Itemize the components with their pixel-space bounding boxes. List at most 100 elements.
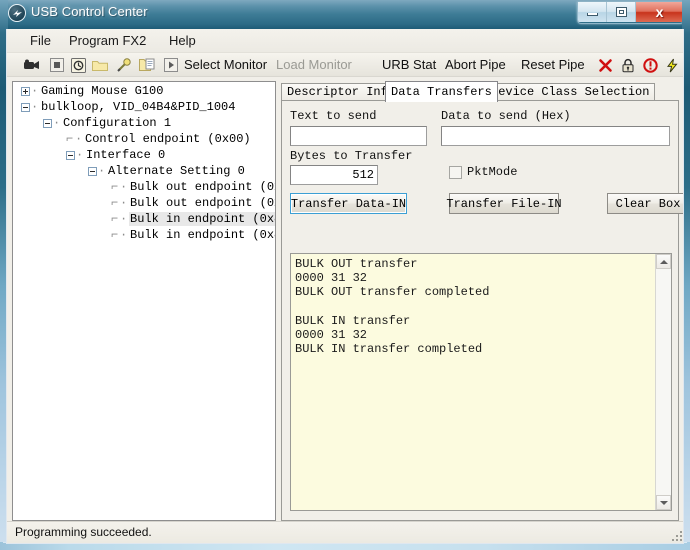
close-button[interactable]: x bbox=[636, 2, 683, 22]
tree-connector: · bbox=[98, 164, 106, 178]
menu-help[interactable]: Help bbox=[162, 32, 203, 50]
scroll-up-button[interactable] bbox=[656, 254, 671, 269]
collapse-minus-icon[interactable] bbox=[21, 102, 30, 112]
menu-file[interactable]: File bbox=[23, 32, 58, 50]
transfer-file-in-button[interactable]: Transfer File-IN bbox=[446, 193, 562, 214]
tab-strip: Descriptor Info Data Transfers Device Cl… bbox=[281, 81, 679, 102]
checkbox-box-icon[interactable] bbox=[449, 165, 462, 179]
tree-connector: · bbox=[120, 180, 128, 194]
minimize-button[interactable] bbox=[578, 2, 607, 22]
tree-connector: · bbox=[120, 196, 128, 210]
collapse-minus-icon[interactable] bbox=[43, 118, 52, 128]
reset-pipe-button[interactable]: Reset Pipe bbox=[521, 57, 585, 72]
window-title: USB Control Center bbox=[31, 4, 148, 19]
tree-connector: · bbox=[76, 148, 84, 162]
minimize-icon bbox=[586, 13, 598, 16]
bytes-to-transfer-input[interactable] bbox=[290, 165, 378, 185]
tree-item-label: Alternate Setting 0 bbox=[108, 164, 245, 178]
tree-item-label: bulkloop, VID_04B4&PID_1004 bbox=[41, 100, 236, 114]
text-to-send-input[interactable] bbox=[290, 126, 427, 146]
log-vertical-scrollbar[interactable] bbox=[655, 254, 671, 510]
load-monitor-button: Load Monitor bbox=[276, 57, 352, 72]
tree-connector: · bbox=[31, 100, 39, 114]
close-icon: x bbox=[655, 4, 664, 20]
tree-item-bulk-in-0x86[interactable]: ⌐·Bulk in endpoint (0x86) bbox=[13, 211, 275, 227]
tree-item-label: Bulk out endpoint (0x04) bbox=[130, 196, 275, 210]
tree-connector: · bbox=[120, 228, 128, 242]
clear-box-button[interactable]: Clear Box bbox=[607, 193, 683, 214]
tree-item-alternate-setting-0[interactable]: · Alternate Setting 0 bbox=[13, 163, 275, 179]
client-area: File Program FX2 Help Select Monitor Loa… bbox=[6, 29, 684, 544]
tree-item-control-endpoint[interactable]: ⌐ · Control endpoint (0x00) bbox=[13, 131, 275, 147]
tree-item-label: Bulk in endpoint (0x88) bbox=[130, 228, 275, 242]
red-x-icon[interactable] bbox=[596, 56, 614, 74]
application-window: USB Control Center x File Program FX2 He… bbox=[0, 0, 690, 550]
tree-connector: · bbox=[53, 116, 61, 130]
urb-stat-button[interactable]: URB Stat bbox=[382, 57, 436, 72]
tree-item-label: Interface 0 bbox=[86, 148, 166, 162]
tree-connector: · bbox=[120, 212, 128, 226]
status-message: Programming succeeded. bbox=[15, 525, 152, 539]
maximize-icon bbox=[615, 7, 627, 17]
stop-icon[interactable] bbox=[48, 56, 66, 74]
refresh-clock-icon[interactable] bbox=[69, 56, 87, 74]
tree-connector: · bbox=[31, 84, 39, 98]
tab-data-transfers[interactable]: Data Transfers bbox=[385, 81, 498, 102]
maximize-button[interactable] bbox=[607, 2, 636, 22]
transfer-data-in-button[interactable]: Transfer Data-IN bbox=[290, 193, 407, 214]
tree-item-interface-0[interactable]: · Interface 0 bbox=[13, 147, 275, 163]
tree-item-label: Control endpoint (0x00) bbox=[85, 132, 251, 146]
text-to-send-label: Text to send bbox=[290, 109, 377, 123]
tab-descriptor-info[interactable]: Descriptor Info bbox=[281, 83, 402, 101]
transfer-log-box[interactable]: BULK OUT transfer 0000 31 32 BULK OUT tr… bbox=[290, 253, 672, 511]
scroll-down-button[interactable] bbox=[656, 495, 671, 510]
play-icon[interactable] bbox=[162, 56, 180, 74]
resize-grip[interactable] bbox=[669, 528, 682, 541]
transfer-log-text: BULK OUT transfer 0000 31 32 BULK OUT tr… bbox=[295, 257, 490, 357]
title-bar: USB Control Center x bbox=[0, 0, 690, 26]
tree-item-configuration-1[interactable]: · Configuration 1 bbox=[13, 115, 275, 131]
chevron-down-icon bbox=[659, 500, 668, 505]
tree-item-bulkloop[interactable]: · bulkloop, VID_04B4&PID_1004 bbox=[13, 99, 275, 115]
tree-item-bulk-out-0x02[interactable]: ⌐·Bulk out endpoint (0x02) bbox=[13, 179, 275, 195]
tree-connector: · bbox=[75, 132, 83, 146]
tab-device-class-selection[interactable]: Device Class Selection bbox=[485, 83, 656, 101]
bytes-to-transfer-label: Bytes to Transfer bbox=[290, 149, 413, 163]
lock-icon[interactable] bbox=[619, 56, 637, 74]
data-to-send-hex-input[interactable] bbox=[441, 126, 670, 146]
tree-connector: ⌐ bbox=[111, 180, 119, 194]
collapse-minus-icon[interactable] bbox=[88, 166, 97, 176]
device-tree: · Gaming Mouse G100 · bulkloop, VID_04B4&P… bbox=[13, 83, 275, 243]
tree-item-label: Gaming Mouse G100 bbox=[41, 84, 164, 98]
tree-item-bulk-out-0x04[interactable]: ⌐·Bulk out endpoint (0x04) bbox=[13, 195, 275, 211]
red-alert-icon[interactable] bbox=[641, 56, 659, 74]
pktmode-checkbox[interactable]: PktMode bbox=[449, 165, 517, 179]
data-to-send-hex-label: Data to send (Hex) bbox=[441, 109, 571, 123]
tree-item-label-selected: Bulk in endpoint (0x86) bbox=[129, 212, 275, 226]
tree-item-bulk-in-0x88[interactable]: ⌐·Bulk in endpoint (0x88) bbox=[13, 227, 275, 243]
tree-connector: ⌐ bbox=[111, 196, 119, 210]
tree-item-label: Bulk out endpoint (0x02) bbox=[130, 180, 275, 194]
tool-bar: Select Monitor Load Monitor URB Stat Abo… bbox=[7, 53, 683, 77]
tree-connector: ⌐ bbox=[111, 212, 119, 226]
device-tree-panel[interactable]: · Gaming Mouse G100 · bulkloop, VID_04B4&P… bbox=[12, 81, 276, 521]
menu-program-fx2[interactable]: Program FX2 bbox=[62, 32, 153, 50]
expand-plus-icon[interactable] bbox=[21, 86, 30, 96]
select-monitor-button[interactable]: Select Monitor bbox=[184, 57, 267, 72]
tree-item-label: Configuration 1 bbox=[63, 116, 172, 130]
usb-app-icon bbox=[8, 4, 26, 22]
collapse-minus-icon[interactable] bbox=[66, 150, 75, 160]
lightning-bolt-icon[interactable] bbox=[663, 56, 681, 74]
tree-item-gaming-mouse[interactable]: · Gaming Mouse G100 bbox=[13, 83, 275, 99]
wrench-key-icon[interactable] bbox=[115, 56, 133, 74]
tree-connector: ⌐ bbox=[111, 228, 119, 242]
status-bar: Programming succeeded. bbox=[7, 521, 683, 543]
tree-connector: ⌐ bbox=[66, 132, 74, 146]
folder-icon[interactable] bbox=[91, 56, 109, 74]
abort-pipe-button[interactable]: Abort Pipe bbox=[445, 57, 506, 72]
camera-icon[interactable] bbox=[23, 56, 41, 74]
window-controls: x bbox=[577, 2, 684, 24]
menu-bar: File Program FX2 Help bbox=[7, 29, 683, 53]
chevron-up-icon bbox=[659, 259, 668, 264]
open-file-icon[interactable] bbox=[138, 56, 156, 74]
